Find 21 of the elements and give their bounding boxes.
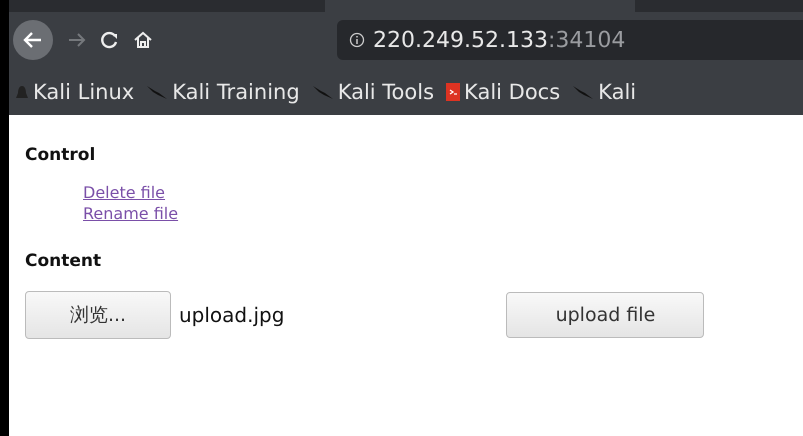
info-icon: [349, 32, 365, 48]
bookmark-link[interactable]: Kali Tools: [312, 80, 434, 104]
file-name: upload.jpg: [179, 303, 284, 327]
document-icon: [446, 82, 460, 100]
browse-button[interactable]: 浏览...: [25, 291, 171, 339]
upload-button[interactable]: upload file: [506, 292, 704, 338]
home-button[interactable]: [133, 31, 153, 49]
bookmark-link[interactable]: Kali Training: [146, 80, 300, 104]
back-arrow-icon: [23, 31, 43, 49]
bookmark-link[interactable]: Kali Linux: [15, 80, 134, 104]
reload-button[interactable]: [101, 31, 119, 49]
penguin-icon: [15, 84, 29, 98]
address-bar[interactable]: 220.249.52.133:34104: [337, 20, 803, 60]
bookmark-link[interactable]: Kali Docs: [446, 80, 560, 104]
forward-button[interactable]: [67, 32, 87, 48]
section-heading: Control: [25, 145, 96, 165]
file-action-link[interactable]: Delete file: [83, 183, 166, 202]
bookmark-link[interactable]: Kali: [572, 80, 636, 104]
file-action-link[interactable]: Rename file: [83, 204, 178, 223]
back-button[interactable]: [13, 20, 53, 60]
section-heading: Content: [25, 251, 102, 271]
